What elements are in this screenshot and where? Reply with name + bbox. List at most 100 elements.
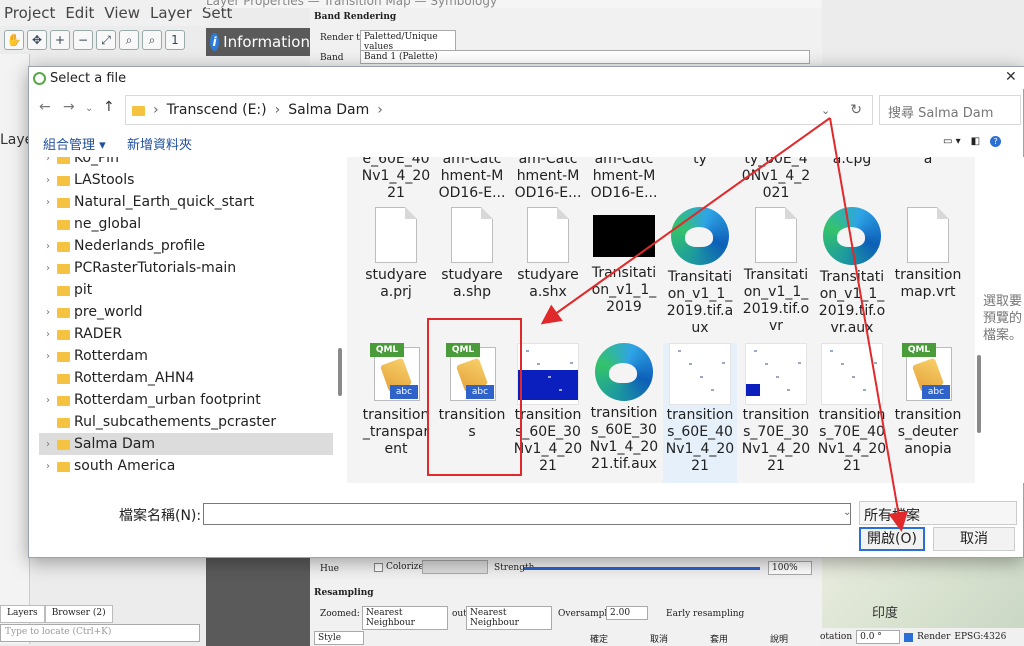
file-item[interactable]: Transitati on_v1_1_ 2019.tif.o vr [739,207,813,335]
ok-button[interactable]: 確定 [590,632,608,645]
file-item[interactable]: QML abc transition _transpar ent [359,343,433,458]
resampling-header[interactable]: Resampling [314,588,374,598]
file-item[interactable]: transition s_60E_30 Nv1_4_20 21 [511,343,585,475]
oversampling-spinbox[interactable]: 2.00 [606,606,648,620]
file-item[interactable]: transition map.vrt [891,207,965,301]
tab-layers[interactable]: Layers [0,605,45,623]
chevron-right-icon[interactable]: › [39,157,57,164]
chevron-down-icon[interactable]: ⌄ [843,507,851,518]
help-button[interactable]: 說明 [770,632,788,645]
file-item[interactable]: transition s_70E_30 Nv1_4_20 21 [739,343,813,475]
chevron-right-icon[interactable]: › [39,175,57,186]
chevron-right-icon[interactable]: › [39,197,57,208]
tree-item[interactable]: Rul_subcathements_pcraster [39,411,333,433]
chevron-right-icon[interactable]: › [39,263,57,274]
chevron-right-icon[interactable]: › [153,102,159,118]
file-item[interactable]: ty [663,157,737,168]
tree-item[interactable]: Rotterdam_AHN4 [39,367,333,389]
search-input[interactable]: 搜尋 Salma Dam [879,95,1021,125]
tree-item[interactable]: pit [39,279,333,301]
address-bar[interactable]: › Transcend (E:) › Salma Dam › ⌄ ↻ [125,95,873,125]
pan-to-selection-icon[interactable]: ✥ [27,30,47,50]
band-rendering-header[interactable]: Band Rendering [314,12,396,22]
breadcrumb-folder[interactable]: Salma Dam [288,102,369,118]
chevron-down-icon[interactable]: ⌄ [821,104,830,117]
organize-button[interactable]: 組合管理 ▾ [43,134,106,153]
cancel-button[interactable]: 取消 [933,527,1015,551]
zoomed-in-select[interactable]: Nearest Neighbour [362,606,448,630]
zoom-selection-icon[interactable]: ⌕ [119,30,139,50]
band-select[interactable]: Band 1 (Palette) [360,50,810,64]
breadcrumb-drive[interactable]: Transcend (E:) [167,102,267,118]
zoom-layer-icon[interactable]: ⌕ [142,30,162,50]
style-dropdown[interactable]: Style [314,631,364,645]
chevron-right-icon[interactable]: › [377,102,383,118]
chevron-right-icon[interactable]: › [39,307,57,318]
file-item[interactable]: studyare a.shp [435,207,509,301]
tree-item[interactable]: ne_global [39,213,333,235]
render-checkbox[interactable] [904,632,914,642]
file-type-select[interactable]: 所有檔案 [859,501,1017,525]
zoom-native-icon[interactable]: 1 [165,30,185,50]
file-item[interactable]: ty_60E_4 0Nv1_4_2 021 [739,157,813,202]
strength-spinbox[interactable]: 100% [768,561,812,575]
help-icon[interactable]: ? [990,136,1002,147]
tree-scrollbar[interactable] [337,159,343,479]
menu-project[interactable]: Project [4,4,55,22]
apply-button[interactable]: 套用 [710,632,728,645]
tree-item[interactable]: › Natural_Earth_quick_start [39,191,333,213]
file-item[interactable]: QML abc transition s_deuter anopia [891,343,965,458]
recent-dropdown-icon[interactable]: ⌄ [85,103,93,114]
pan-icon[interactable]: ✋ [4,30,24,50]
chevron-right-icon[interactable]: › [39,439,57,450]
menu-view[interactable]: View [104,4,140,22]
file-item[interactable]: am-Catc hment-M OD16-E... [435,157,509,202]
file-item[interactable]: Transitati on_v1_1_ 2019.tif.o vr.aux [815,207,889,337]
zoomed-out-select[interactable]: Nearest Neighbour [466,606,552,630]
tab-browser[interactable]: Browser (2) [44,605,113,623]
file-item[interactable]: studyare a.prj [359,207,433,301]
filename-input[interactable] [203,503,851,525]
crs-indicator[interactable]: EPSG:4326 [954,632,1006,642]
file-item[interactable]: transition s_60E_40 Nv1_4_20 21 [663,343,737,483]
tree-item[interactable]: › Rotterdam [39,345,333,367]
chevron-right-icon[interactable]: › [39,241,57,252]
cancel-lp-button[interactable]: 取消 [650,632,668,645]
new-folder-button[interactable]: 新增資料夾 [127,134,192,153]
zoom-full-icon[interactable]: ⤢ [96,30,116,50]
chevron-right-icon[interactable]: › [39,395,57,406]
tree-item[interactable]: › south America [39,455,333,477]
locator-input[interactable]: Type to locate (Ctrl+K) [0,624,200,642]
sidebar-item-information[interactable]: i Information [206,28,310,56]
strength-slider[interactable] [524,567,760,570]
files-scroll-thumb[interactable] [977,355,981,433]
map-canvas[interactable]: 印度 otation 0.0 ° Render EPSG:4326 [820,556,1024,646]
file-item[interactable]: a.cpg [815,157,889,168]
file-item[interactable]: am-Catc hment-M OD16-E... [587,157,661,202]
chevron-right-icon[interactable]: › [275,102,281,118]
file-item[interactable]: a [891,157,965,168]
tree-item[interactable]: › Rotterdam_urban footprint [39,389,333,411]
menu-edit[interactable]: Edit [65,4,94,22]
view-mode-icon[interactable]: ▭ ▾ [943,136,961,147]
colorize-color-button[interactable] [422,560,488,574]
refresh-icon[interactable]: ↻ [850,102,862,118]
colorize-checkbox[interactable] [374,562,383,572]
rotation-input[interactable]: 0.0 ° [856,630,901,644]
back-icon[interactable]: ← [39,99,51,115]
file-item[interactable]: transition s_70E_40 Nv1_4_20 21 [815,343,889,475]
file-item[interactable]: e_60E_40 Nv1_4_20 21 [359,157,433,202]
file-item[interactable]: studyare a.shx [511,207,585,301]
zoom-in-icon[interactable]: + [50,30,70,50]
tree-item[interactable]: › LAStools [39,169,333,191]
tree-item[interactable]: › Ko_Pin [39,157,333,169]
chevron-right-icon[interactable]: › [39,329,57,340]
early-resampling-label[interactable]: Early resampling [666,609,744,619]
tree-item[interactable]: › RADER [39,323,333,345]
files-scrollbar[interactable] [975,157,983,483]
tree-scroll-thumb[interactable] [338,348,342,396]
chevron-right-icon[interactable]: › [39,461,57,472]
chevron-right-icon[interactable]: › [39,351,57,362]
close-icon[interactable]: ✕ [1005,69,1017,85]
tree-item[interactable]: › Salma Dam [39,433,333,455]
